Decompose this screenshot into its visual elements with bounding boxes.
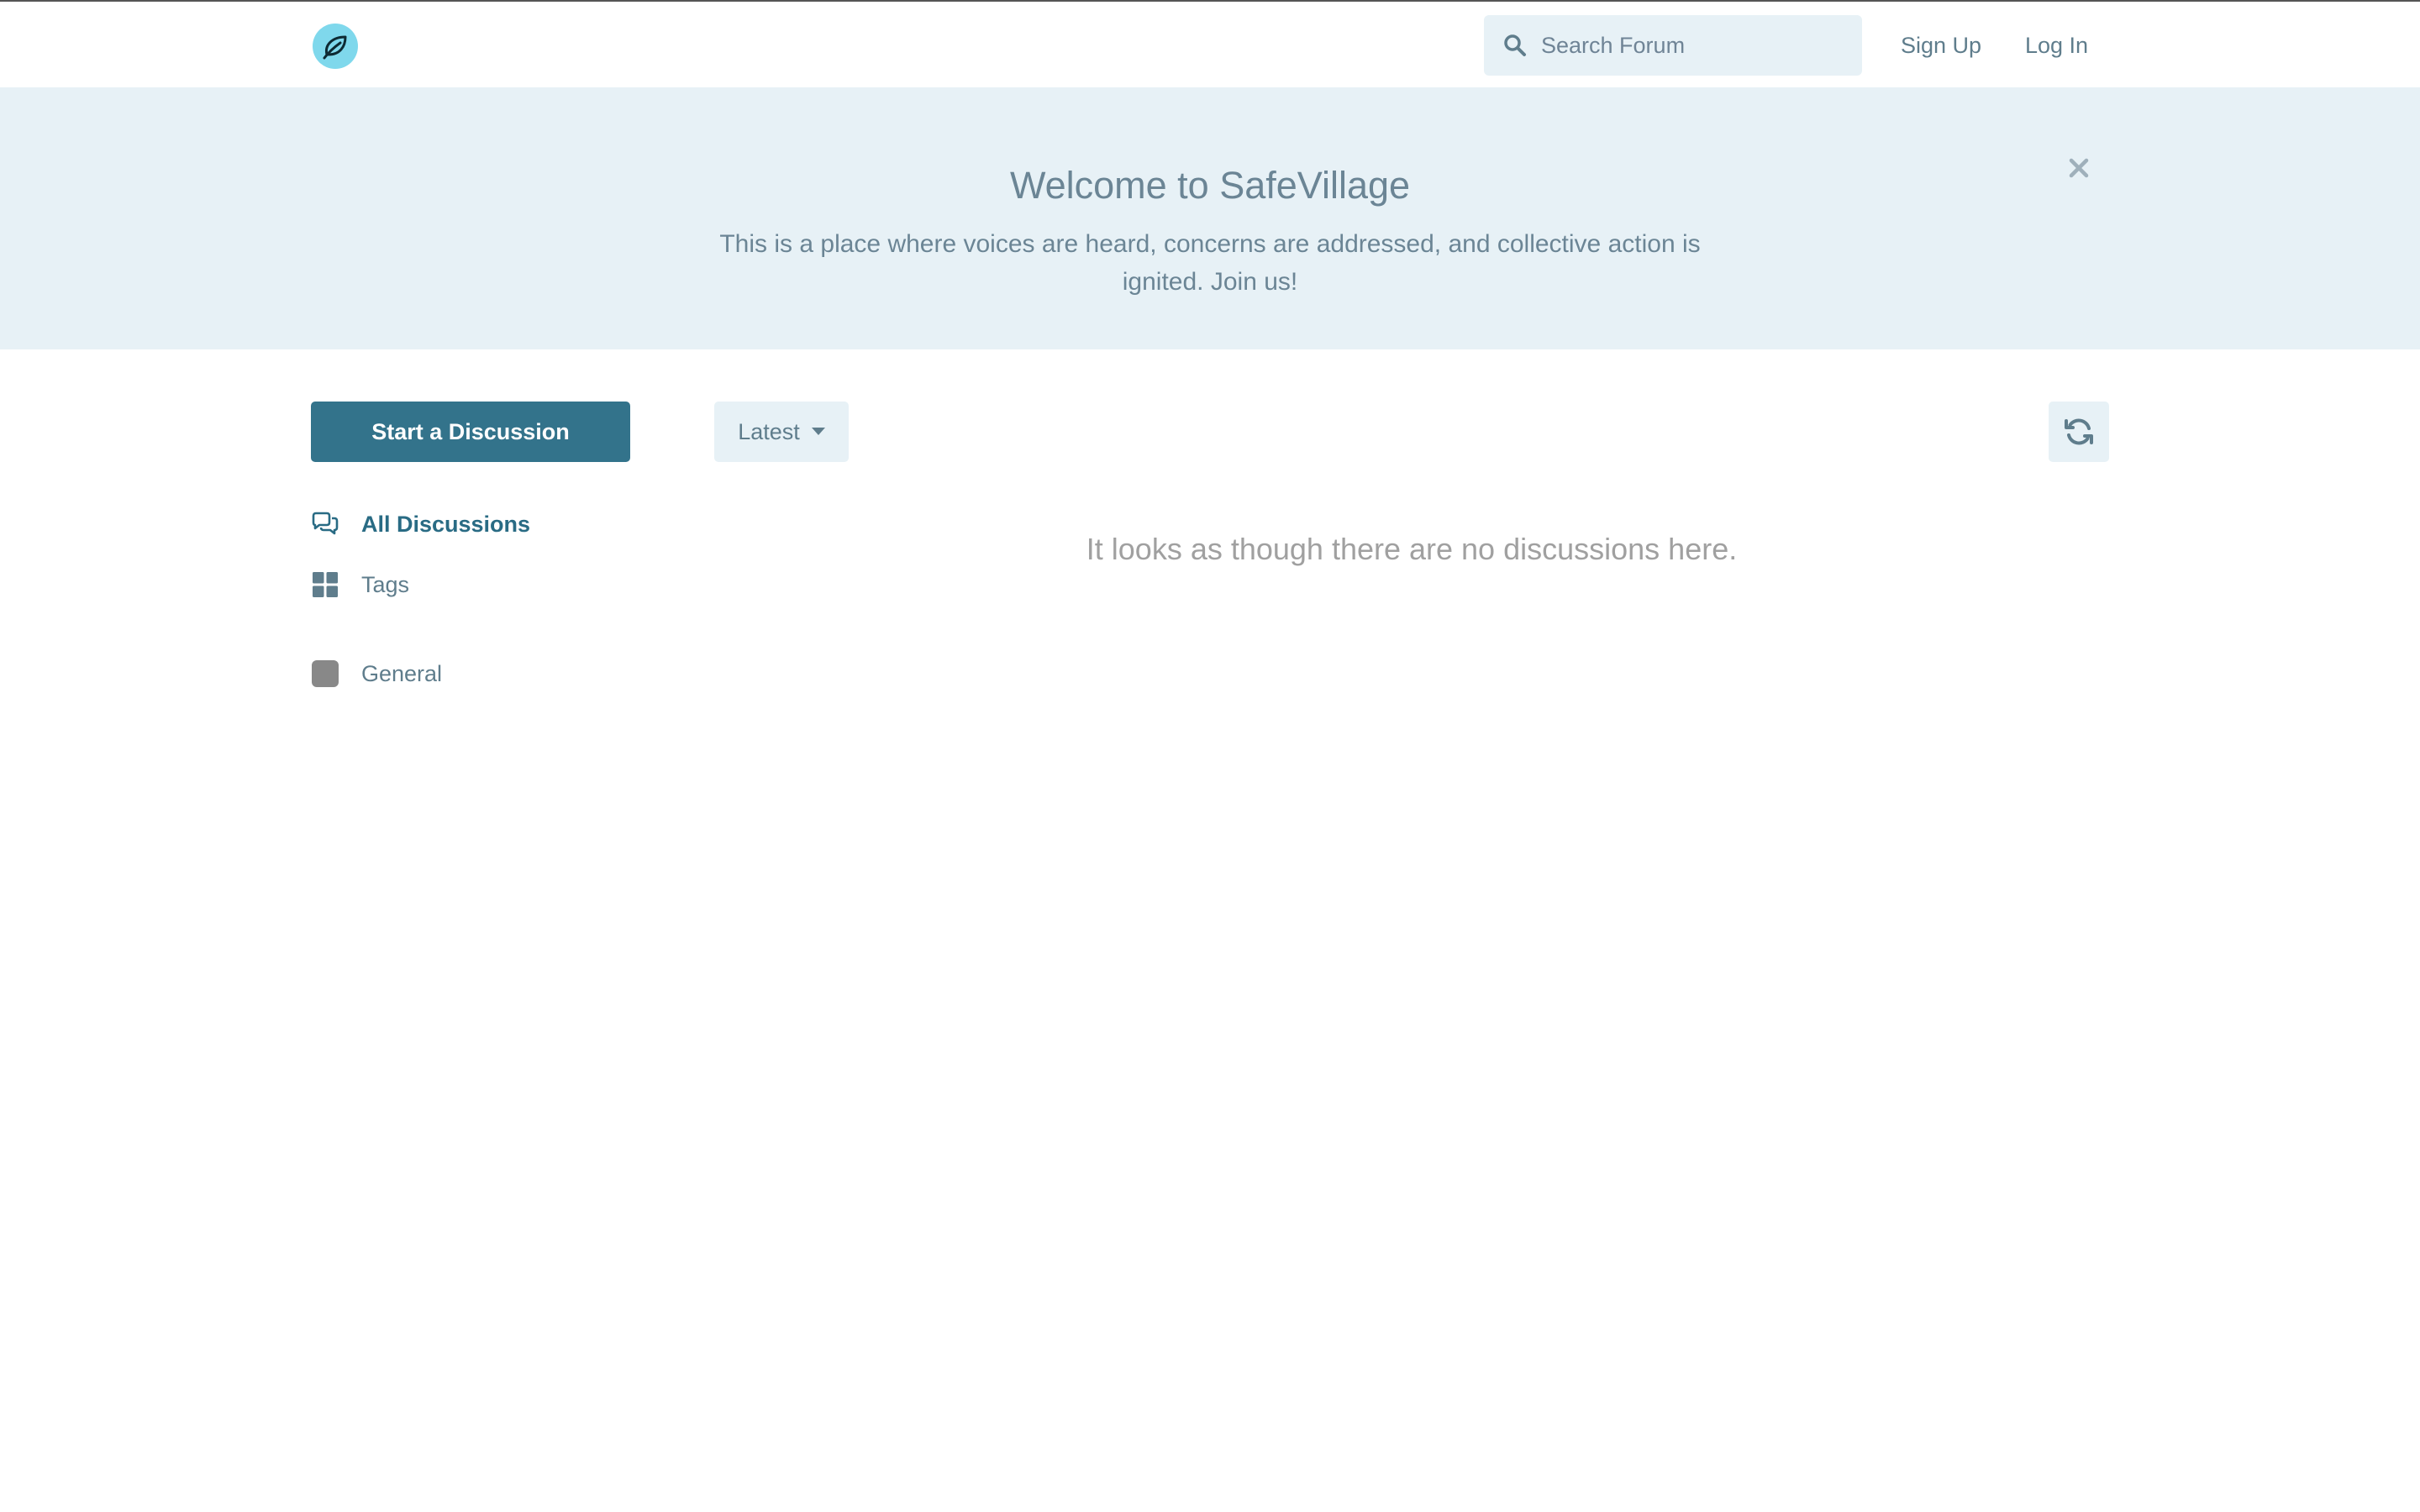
sidebar-item-label: General xyxy=(361,660,443,686)
sort-dropdown[interactable]: Latest xyxy=(714,402,849,462)
sign-up-link[interactable]: Sign Up xyxy=(1901,32,1981,59)
empty-discussions-message: It looks as though there are no discussi… xyxy=(1086,532,1738,566)
refresh-icon xyxy=(2065,418,2093,445)
hero-description: This is a place where voices are heard, … xyxy=(719,230,1701,296)
leaf-icon xyxy=(323,35,347,60)
top-header: Sign Up Log In xyxy=(0,2,2420,87)
sidebar-item-general[interactable]: General xyxy=(311,657,442,690)
sidebar-item-all-discussions[interactable]: All Discussions xyxy=(311,507,530,541)
chat-bubbles-icon xyxy=(311,510,339,538)
log-in-link[interactable]: Log In xyxy=(2025,32,2088,59)
grid-icon xyxy=(311,570,339,599)
forum-page: Sign Up Log In Welcome to SafeVillage Th… xyxy=(0,0,2420,1512)
sidebar-item-label: All Discussions xyxy=(361,511,531,537)
close-icon xyxy=(2069,158,2089,178)
search-box[interactable] xyxy=(1484,15,1862,76)
caret-down-icon xyxy=(811,428,825,435)
forum-logo[interactable] xyxy=(313,24,358,69)
welcome-hero: Welcome to SafeVillage This is a place w… xyxy=(0,87,2420,349)
sort-label: Latest xyxy=(738,418,800,444)
search-icon xyxy=(1504,34,1526,56)
refresh-button[interactable] xyxy=(2049,402,2109,462)
tag-swatch-icon xyxy=(311,659,339,688)
sidebar-item-tags[interactable]: Tags xyxy=(311,568,409,601)
sidebar-item-label: Tags xyxy=(361,571,410,597)
close-hero-button[interactable] xyxy=(2065,151,2092,185)
hero-title: Welcome to SafeVillage xyxy=(1009,164,1411,207)
start-discussion-button[interactable]: Start a Discussion xyxy=(311,402,630,462)
search-input[interactable] xyxy=(1541,32,1844,59)
